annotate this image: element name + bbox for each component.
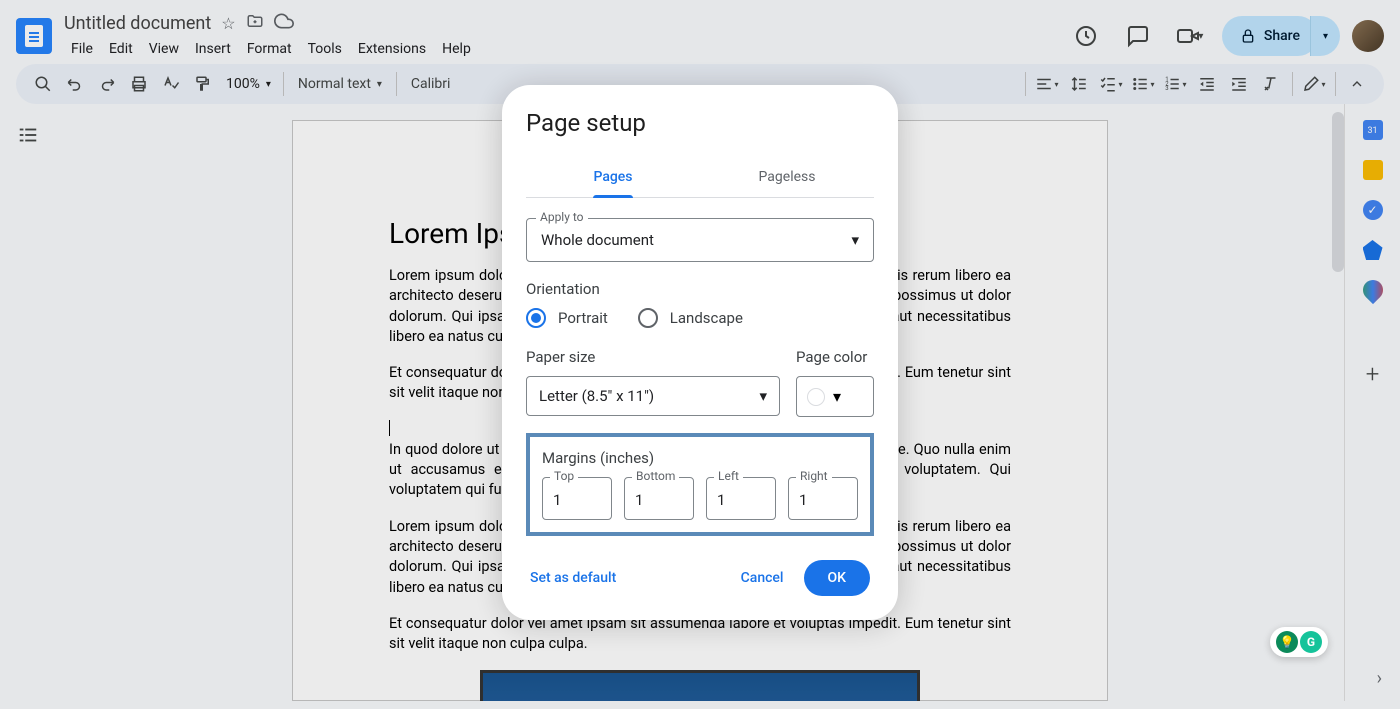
- margin-right-label: Right: [796, 469, 832, 483]
- paper-size-label: Paper size: [526, 348, 780, 366]
- grammarly-widget[interactable]: 💡 G: [1270, 627, 1328, 657]
- grammarly-bulb-icon: 💡: [1276, 631, 1298, 653]
- margin-bottom-label: Bottom: [632, 469, 679, 483]
- ok-button[interactable]: OK: [804, 560, 871, 596]
- radio-icon: [638, 308, 658, 328]
- chevron-down-icon: ▾: [833, 387, 841, 406]
- apply-to-label: Apply to: [536, 210, 588, 224]
- color-swatch: [807, 388, 825, 406]
- modal-overlay[interactable]: Page setup Pages Pageless Apply to Whole…: [0, 0, 1400, 709]
- margin-left-input[interactable]: [706, 477, 776, 520]
- radio-label: Portrait: [558, 309, 608, 327]
- apply-to-field: Apply to Whole document ▾: [526, 218, 874, 262]
- cancel-button[interactable]: Cancel: [741, 570, 784, 586]
- apply-to-select[interactable]: Whole document ▾: [526, 218, 874, 262]
- margin-bottom-input[interactable]: [624, 477, 694, 520]
- chevron-down-icon: ▾: [851, 231, 859, 249]
- radio-icon: [526, 308, 546, 328]
- margins-label: Margins (inches): [542, 449, 858, 467]
- tab-pages[interactable]: Pages: [526, 157, 700, 197]
- page-color-select[interactable]: ▾: [796, 376, 874, 417]
- grammarly-logo-icon: G: [1300, 631, 1322, 653]
- radio-landscape[interactable]: Landscape: [638, 308, 743, 328]
- set-default-button[interactable]: Set as default: [530, 570, 616, 586]
- dialog-actions: Set as default Cancel OK: [526, 560, 874, 596]
- radio-portrait[interactable]: Portrait: [526, 308, 608, 328]
- page-color-label: Page color: [796, 348, 874, 366]
- radio-label: Landscape: [670, 309, 743, 327]
- margin-left-label: Left: [714, 469, 743, 483]
- margin-top-label: Top: [550, 469, 578, 483]
- apply-to-value: Whole document: [541, 231, 654, 249]
- side-panel-collapse-icon[interactable]: ›: [1377, 668, 1382, 689]
- page-setup-dialog: Page setup Pages Pageless Apply to Whole…: [502, 85, 898, 620]
- dialog-title: Page setup: [526, 109, 874, 137]
- dialog-tabs: Pages Pageless: [526, 157, 874, 198]
- chevron-down-icon: ▾: [759, 387, 767, 405]
- margin-right-input[interactable]: [788, 477, 858, 520]
- paper-size-value: Letter (8.5" x 11"): [539, 387, 654, 405]
- paper-size-select[interactable]: Letter (8.5" x 11") ▾: [526, 376, 780, 416]
- orientation-label: Orientation: [526, 280, 874, 298]
- orientation-radios: Portrait Landscape: [526, 308, 874, 328]
- margin-top-input[interactable]: [542, 477, 612, 520]
- tab-pageless[interactable]: Pageless: [700, 157, 874, 197]
- margins-highlight-box: Margins (inches) Top Bottom Left Right: [526, 433, 874, 536]
